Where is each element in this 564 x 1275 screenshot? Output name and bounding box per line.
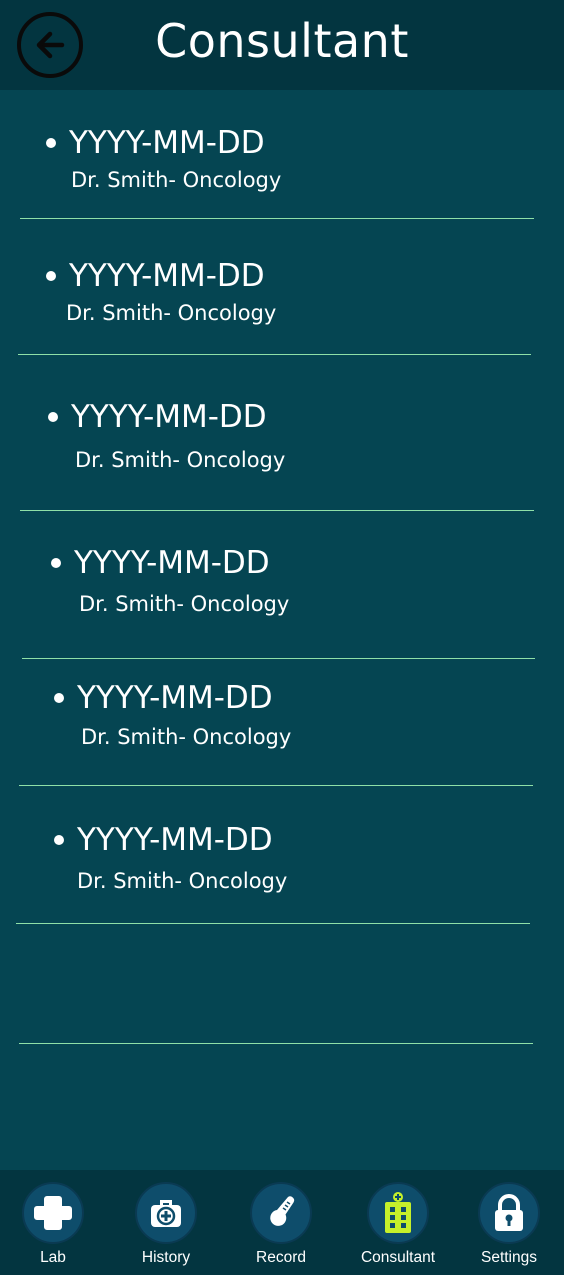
divider [19,1043,533,1044]
nav-icon-circle [478,1182,540,1244]
thermometer-icon [270,1196,295,1226]
divider [20,510,534,511]
divider [20,218,534,219]
appointment-doctor: Dr. Smith- Oncology [71,168,282,192]
header-bar: Consultant [0,0,564,90]
nav-item-consultant[interactable]: Consultant [342,1170,454,1275]
appointment-item[interactable]: YYYY-MM-DD Dr. Smith- Oncology [48,399,285,473]
nav-item-settings[interactable]: Settings [453,1170,564,1275]
nav-item-record[interactable]: Record [225,1170,337,1275]
divider [18,354,531,355]
appointment-doctor: Dr. Smith- Oncology [77,869,288,893]
appointment-date: YYYY-MM-DD [71,399,267,435]
appointment-doctor: Dr. Smith- Oncology [75,448,286,472]
nav-icon-circle [22,1182,84,1244]
nav-label: Settings [480,1249,537,1266]
bullet-icon [54,835,64,845]
appointment-date: YYYY-MM-DD [77,822,273,858]
page-title: Consultant [155,14,409,68]
medical-cross-icon [34,1196,72,1230]
appointment-doctor: Dr. Smith- Oncology [66,301,277,325]
appointment-date: YYYY-MM-DD [74,545,270,581]
divider [16,923,530,924]
hospital-building-icon [385,1192,411,1233]
appointment-date: YYYY-MM-DD [77,680,273,716]
bullet-icon [51,558,61,568]
appointment-item[interactable]: YYYY-MM-DD Dr. Smith- Oncology [51,545,289,617]
bullet-icon [54,693,64,703]
bullet-icon [46,271,56,281]
appointment-date: YYYY-MM-DD [69,125,265,161]
nav-item-lab[interactable]: Lab [0,1170,109,1275]
appointment-doctor: Dr. Smith- Oncology [81,725,292,749]
appointment-item[interactable]: YYYY-MM-DD Dr. Smith- Oncology [46,125,281,193]
nav-item-history[interactable]: History [110,1170,222,1275]
nav-label: History [141,1249,191,1266]
medical-bag-icon [151,1200,181,1227]
appointment-date: YYYY-MM-DD [69,258,265,294]
nav-icon-circle [135,1182,197,1244]
nav-label: Lab [40,1249,66,1266]
appointment-doctor: Dr. Smith- Oncology [79,592,290,616]
nav-icon-circle [250,1182,312,1244]
nav-icon-circle [367,1182,429,1244]
appointment-item[interactable]: YYYY-MM-DD Dr. Smith- Oncology [54,680,291,750]
bottom-nav: Lab History Record Consultant Settings [0,1170,564,1275]
appointment-item[interactable]: YYYY-MM-DD Dr. Smith- Oncology [46,258,276,326]
bullet-icon [48,412,58,422]
padlock-icon [495,1194,523,1231]
divider [22,658,535,659]
divider [19,785,533,786]
appointment-item[interactable]: YYYY-MM-DD Dr. Smith- Oncology [54,822,287,894]
nav-label: Record [256,1249,306,1266]
nav-label: Consultant [360,1249,436,1266]
bullet-icon [46,138,56,148]
